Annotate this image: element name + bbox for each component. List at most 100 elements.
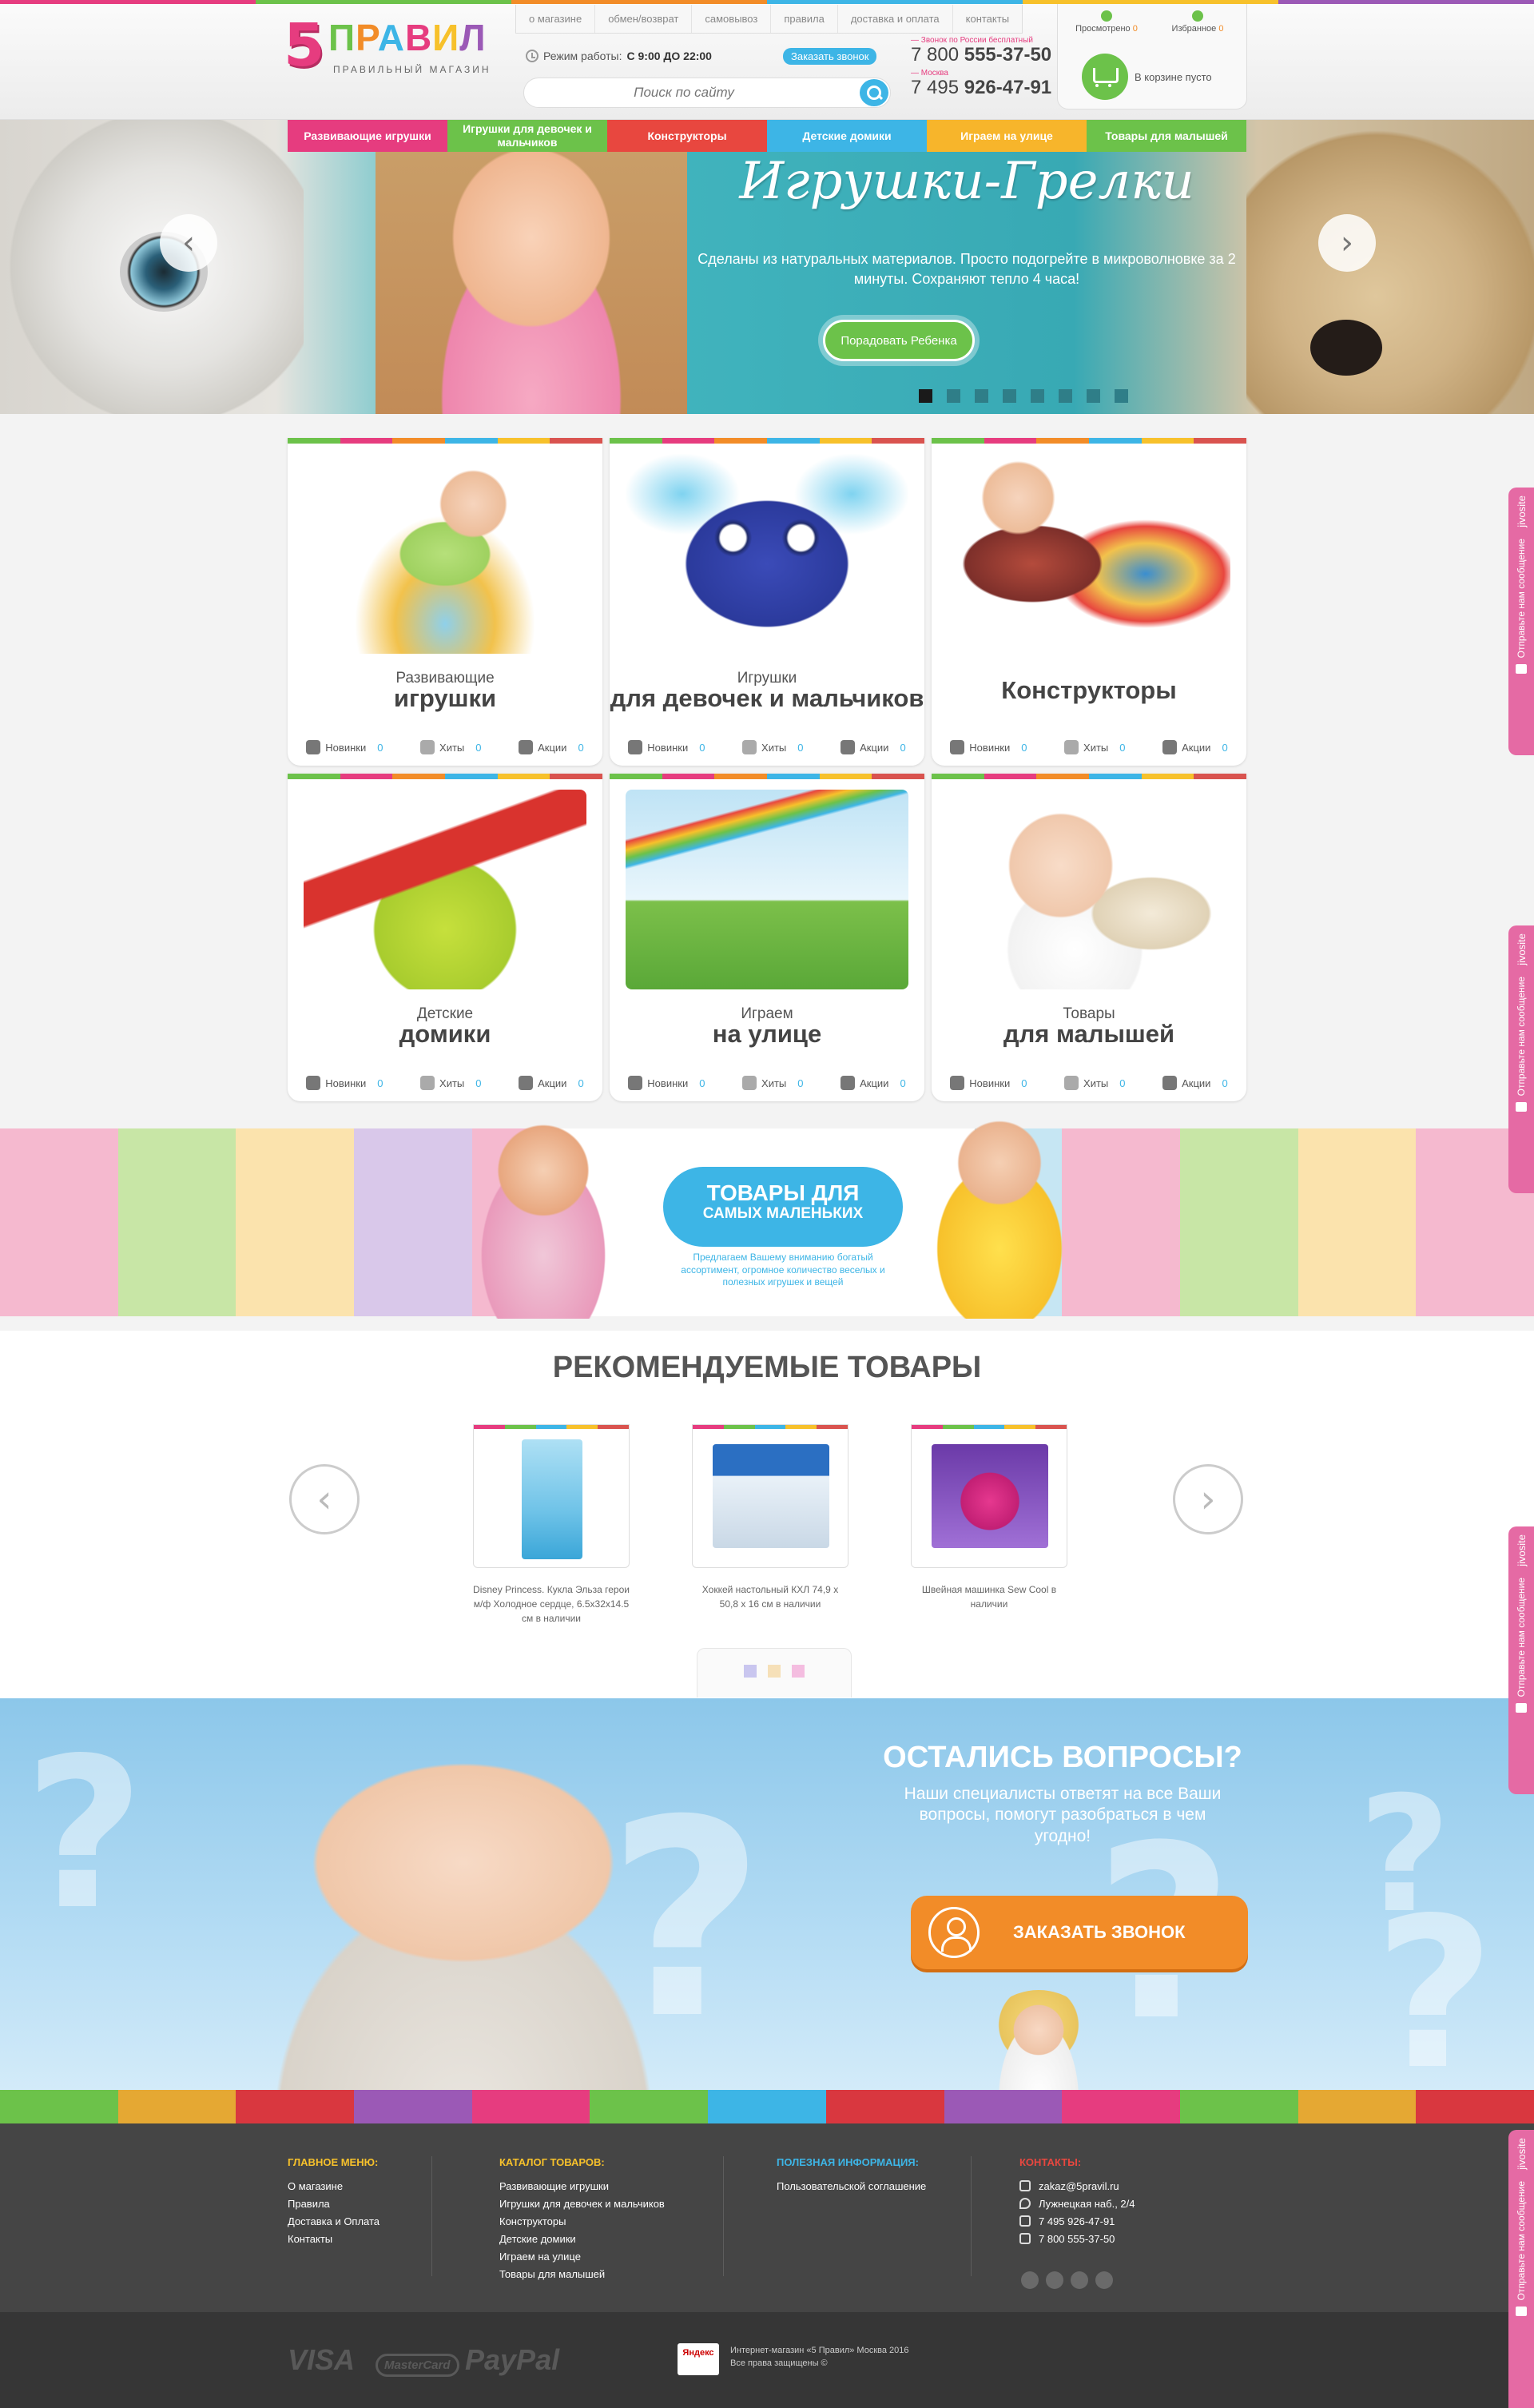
stat-sale[interactable]: Акции 0: [519, 740, 584, 754]
stat-sale[interactable]: Акции 0: [1162, 740, 1228, 754]
catnav-babies[interactable]: Товары для малышей: [1087, 120, 1246, 152]
chat-widget-tab[interactable]: jivosite Отправьте нам сообщение: [1508, 1526, 1534, 1794]
product-name[interactable]: Disney Princess. Кукла Эльза герои м/ф Х…: [473, 1582, 630, 1626]
product-image[interactable]: [473, 1424, 630, 1568]
stat-new[interactable]: Новинки 0: [628, 740, 705, 754]
category-title: на улице: [712, 1020, 822, 1048]
footer-link[interactable]: Пользовательской соглашение: [777, 2178, 926, 2195]
slider-dot[interactable]: [919, 389, 932, 403]
footer-link[interactable]: О магазине: [288, 2178, 380, 2195]
category-card[interactable]: Товары для малышей Новинки 0 Хиты 0 Акции 0: [932, 774, 1246, 1101]
logo-number: 5: [284, 11, 325, 80]
favorites-link[interactable]: Избранное 0: [1154, 10, 1242, 34]
footer-link[interactable]: Конструкторы: [499, 2213, 665, 2231]
slider-prev-button[interactable]: ‹: [160, 214, 217, 272]
cart-status[interactable]: В корзине пусто: [1135, 71, 1212, 83]
yandex-market-badge[interactable]: Яндекс: [678, 2343, 719, 2375]
phone1[interactable]: 7 800 555-37-50: [911, 44, 1051, 66]
phone2[interactable]: 7 495 926-47-91: [911, 78, 1051, 98]
category-card[interactable]: Играем на улице Новинки 0 Хиты 0 Акции 0: [610, 774, 924, 1101]
topnav-about[interactable]: о магазине: [516, 5, 596, 33]
footer-phone2[interactable]: 7 800 555-37-50: [1019, 2231, 1135, 2248]
cart-icon[interactable]: [1082, 54, 1128, 100]
product-name[interactable]: Хоккей настольный КХЛ 74,9 х 50,8 х 16 с…: [692, 1582, 848, 1611]
footer-link[interactable]: Развивающие игрушки: [499, 2178, 665, 2195]
clock-icon: [526, 50, 538, 62]
recommended-prev-button[interactable]: ‹: [289, 1464, 360, 1534]
footer-link[interactable]: Играем на улице: [499, 2248, 665, 2266]
footer-email[interactable]: zakaz@5pravil.ru: [1019, 2178, 1135, 2195]
pager-dot[interactable]: [792, 1665, 805, 1678]
slider-dot[interactable]: [947, 389, 960, 403]
footer-phone1[interactable]: 7 495 926-47-91: [1019, 2213, 1135, 2231]
product-card[interactable]: Хоккей настольный КХЛ 74,9 х 50,8 х 16 с…: [692, 1424, 848, 1611]
slider-dot[interactable]: [975, 389, 988, 403]
catnav-houses[interactable]: Детские домики: [767, 120, 927, 152]
pager-dot[interactable]: [768, 1665, 781, 1678]
slider-next-button[interactable]: ›: [1318, 214, 1376, 272]
facebook-icon[interactable]: [1071, 2271, 1088, 2289]
topnav-pickup[interactable]: самовывоз: [692, 5, 772, 33]
search-input[interactable]: [524, 78, 844, 107]
chat-widget-tab[interactable]: jivosite Отправьте нам сообщение: [1508, 488, 1534, 755]
slider-dot[interactable]: [1003, 389, 1016, 403]
stat-hits[interactable]: Хиты 0: [1064, 740, 1126, 754]
category-card[interactable]: Развивающие игрушки Новинки 0 Хиты 0 Акции…: [288, 438, 602, 766]
hero-text: Сделаны из натуральных материалов. Прост…: [697, 251, 1236, 288]
catnav-boys-girls[interactable]: Игрушки для девочек и мальчиков: [447, 120, 607, 152]
footer-link[interactable]: Игрушки для девочек и мальчиков: [499, 2195, 665, 2213]
callback-pill-button[interactable]: Заказать звонок: [783, 48, 877, 65]
stat-hits[interactable]: Хиты 0: [420, 1076, 482, 1090]
chat-widget-tab[interactable]: jivosite Отправьте нам сообщение: [1508, 925, 1534, 1193]
category-card[interactable]: Детские домики Новинки 0 Хиты 0 Акции 0: [288, 774, 602, 1101]
vk-icon[interactable]: [1021, 2271, 1039, 2289]
pager-dot[interactable]: [744, 1665, 757, 1678]
product-card[interactable]: Швейная машинка Sew Cool в наличии: [911, 1424, 1067, 1611]
topnav-returns[interactable]: обмен/возврат: [595, 5, 693, 33]
footer-link[interactable]: Детские домики: [499, 2231, 665, 2248]
topnav-rules[interactable]: правила: [771, 5, 838, 33]
topnav-delivery[interactable]: доставка и оплата: [838, 5, 953, 33]
slider-dot[interactable]: [1115, 389, 1128, 403]
product-card[interactable]: Disney Princess. Кукла Эльза герои м/ф Х…: [473, 1424, 630, 1626]
stat-sale[interactable]: Акции 0: [519, 1076, 584, 1090]
footer-link[interactable]: Доставка и Оплата: [288, 2213, 380, 2231]
stat-new[interactable]: Новинки 0: [306, 1076, 383, 1090]
product-image[interactable]: [692, 1424, 848, 1568]
stat-sale[interactable]: Акции 0: [1162, 1076, 1228, 1090]
stat-hits[interactable]: Хиты 0: [742, 740, 804, 754]
stat-new[interactable]: Новинки 0: [950, 740, 1027, 754]
stat-new[interactable]: Новинки 0: [306, 740, 383, 754]
catnav-outdoor[interactable]: Играем на улице: [927, 120, 1087, 152]
catnav-developing[interactable]: Развивающие игрушки: [288, 120, 447, 152]
order-call-button[interactable]: ЗАКАЗАТЬ ЗВОНОК: [911, 1896, 1248, 1969]
topnav-contacts[interactable]: контакты: [953, 5, 1022, 33]
footer-link[interactable]: Правила: [288, 2195, 380, 2213]
catnav-constructors[interactable]: Конструкторы: [607, 120, 767, 152]
footer-link[interactable]: Контакты: [288, 2231, 380, 2248]
stat-new[interactable]: Новинки 0: [628, 1076, 705, 1090]
site-logo[interactable]: 5 ПРАВИЛ ПРАВИЛЬНЫЙ МАГАЗИН: [284, 14, 499, 86]
twitter-icon[interactable]: [1046, 2271, 1063, 2289]
footer-link[interactable]: Товары для малышей: [499, 2266, 665, 2283]
slider-dot[interactable]: [1087, 389, 1100, 403]
stat-hits[interactable]: Хиты 0: [420, 740, 482, 754]
stat-sale[interactable]: Акции 0: [841, 740, 906, 754]
product-image[interactable]: [911, 1424, 1067, 1568]
stat-hits[interactable]: Хиты 0: [742, 1076, 804, 1090]
viewed-link[interactable]: Просмотрено 0: [1063, 10, 1150, 34]
recommended-next-button[interactable]: ›: [1173, 1464, 1243, 1534]
category-card[interactable]: Игрушки для девочек и мальчиков Новинки 0…: [610, 438, 924, 766]
stat-hits[interactable]: Хиты 0: [1064, 1076, 1126, 1090]
search-icon[interactable]: [860, 79, 888, 106]
hero-cta-button[interactable]: Порадовать Ребенка: [823, 320, 975, 361]
new-icon: [628, 1076, 643, 1090]
odnoklassniki-icon[interactable]: [1095, 2271, 1113, 2289]
category-card[interactable]: Конструкторы Новинки 0 Хиты 0 Акции 0: [932, 438, 1246, 766]
stat-sale[interactable]: Акции 0: [841, 1076, 906, 1090]
chat-widget-tab[interactable]: jivosite Отправьте нам сообщение: [1508, 2130, 1534, 2408]
slider-dot[interactable]: [1059, 389, 1072, 403]
stat-new[interactable]: Новинки 0: [950, 1076, 1027, 1090]
slider-dot[interactable]: [1031, 389, 1044, 403]
product-name[interactable]: Швейная машинка Sew Cool в наличии: [911, 1582, 1067, 1611]
